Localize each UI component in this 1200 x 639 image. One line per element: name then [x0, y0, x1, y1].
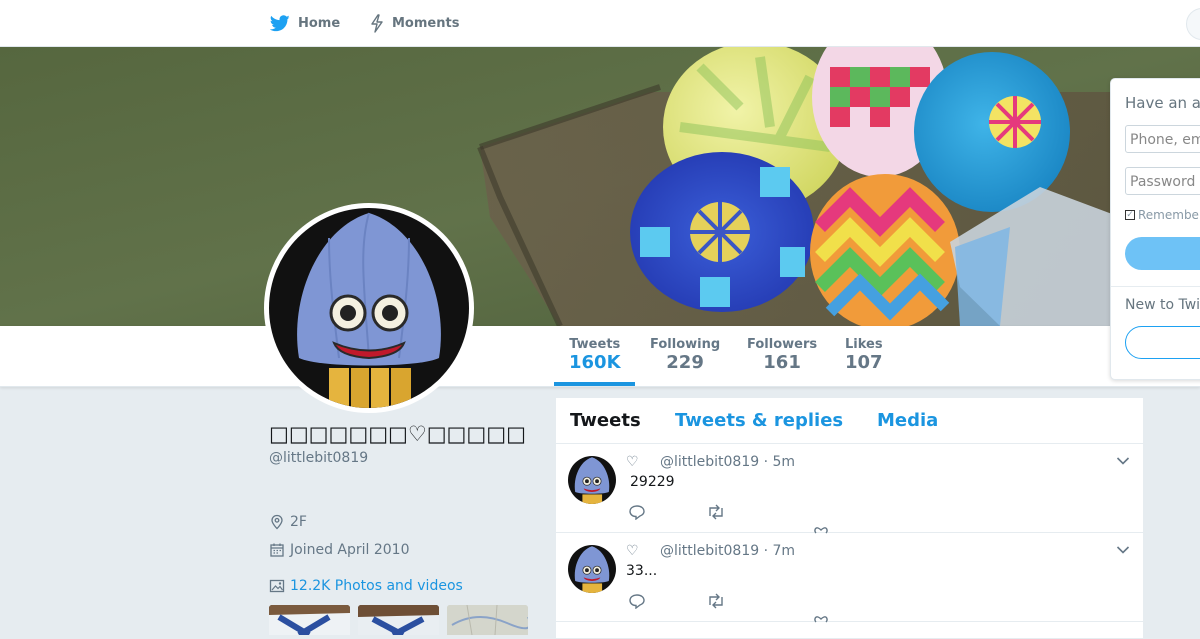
stat-label: Likes	[845, 337, 883, 352]
location-text: 2F	[290, 514, 307, 530]
stat-label: Tweets	[569, 337, 621, 352]
reply-icon[interactable]	[628, 504, 646, 520]
stat-label: Followers	[747, 337, 818, 352]
stat-value: 160K	[569, 352, 621, 373]
photos-link-text: 12.2K Photos and videos	[290, 578, 463, 594]
reply-icon[interactable]	[628, 593, 646, 609]
photo-thumbnail[interactable]	[447, 605, 528, 635]
profile-location: 2F	[269, 514, 307, 530]
stat-following[interactable]: Following 229	[650, 338, 720, 374]
photos-videos-link[interactable]: 12.2K Photos and videos	[269, 578, 463, 594]
nav-moments-label: Moments	[392, 15, 460, 31]
nav-home[interactable]: Home	[270, 0, 340, 46]
avatar-image	[269, 208, 469, 408]
password-field[interactable]: Password	[1125, 167, 1200, 195]
chevron-down-icon[interactable]	[1116, 545, 1130, 555]
profile-nav: Tweets 160K Following 229 Followers 161 …	[0, 326, 1200, 387]
stat-label: Following	[650, 337, 721, 352]
stat-value: 107	[845, 352, 883, 373]
stat-likes[interactable]: Likes 107	[845, 338, 883, 374]
retweet-icon[interactable]	[706, 504, 726, 520]
tweet-text: 33...	[626, 563, 658, 579]
tweet[interactable]: ♡ @littlebit0819 · 7m 33...	[556, 533, 1143, 623]
password-placeholder: Password	[1130, 174, 1196, 190]
signup-button[interactable]	[1125, 326, 1200, 359]
login-title: Have an ac	[1125, 94, 1200, 112]
lightning-icon	[371, 13, 383, 33]
tab-tweets-replies[interactable]: Tweets & replies	[675, 410, 843, 431]
tweet-avatar[interactable]	[568, 456, 616, 504]
username-placeholder: Phone, em	[1130, 132, 1200, 148]
joined-text: Joined April 2010	[290, 542, 410, 558]
new-to-twitter-text: New to Twi	[1125, 297, 1200, 313]
stat-followers[interactable]: Followers 161	[747, 338, 817, 374]
retweet-icon[interactable]	[706, 593, 726, 609]
tweet-handle-time[interactable]: @littlebit0819 · 7m	[660, 543, 795, 559]
tweet-handle-time[interactable]: @littlebit0819 · 5m	[660, 454, 795, 470]
timeline: Tweets Tweets & replies Media ♡ @littleb…	[555, 397, 1144, 639]
nav-moments[interactable]: Moments	[370, 0, 459, 46]
remember-checkbox[interactable]: ✓	[1125, 210, 1135, 220]
photo-thumbnail[interactable]	[269, 605, 350, 635]
search-input[interactable]	[1186, 8, 1200, 40]
profile-joined: Joined April 2010	[269, 542, 410, 558]
profile-handle[interactable]: @littlebit0819	[269, 450, 368, 466]
calendar-icon	[270, 543, 284, 557]
tweet-avatar[interactable]	[568, 545, 616, 593]
remember-label: Remember	[1138, 208, 1200, 222]
tab-media[interactable]: Media	[877, 410, 938, 431]
tab-tweets[interactable]: Tweets	[570, 410, 641, 431]
username-field[interactable]: Phone, em	[1125, 125, 1200, 153]
location-pin-icon	[271, 514, 283, 530]
stat-tweets[interactable]: Tweets 160K	[569, 338, 621, 374]
image-icon	[269, 579, 285, 593]
tweet-text: 29229	[630, 474, 675, 490]
top-nav-bar: Home Moments	[0, 0, 1200, 47]
profile-avatar[interactable]	[264, 203, 474, 413]
stat-value: 161	[763, 352, 801, 373]
profile-display-name: □□□□□□□♡□□□□□	[269, 422, 526, 446]
chevron-down-icon[interactable]	[1116, 456, 1130, 466]
like-icon[interactable]	[813, 615, 829, 623]
active-tab-indicator	[554, 382, 635, 386]
stat-value: 229	[666, 352, 704, 373]
tweet[interactable]: ♡ @littlebit0819 · 5m 29229	[556, 444, 1143, 534]
twitter-bird-icon	[270, 14, 290, 31]
photo-thumbnail[interactable]	[358, 605, 439, 635]
login-button[interactable]	[1125, 237, 1200, 270]
login-divider	[1111, 286, 1200, 287]
nav-home-label: Home	[298, 15, 341, 31]
remember-me[interactable]: ✓ Remember	[1125, 208, 1200, 222]
tweet-display-name[interactable]: ♡	[626, 543, 639, 559]
profile-banner	[0, 47, 1200, 326]
banner-image	[0, 47, 1200, 326]
tweet-display-name[interactable]: ♡	[626, 454, 639, 470]
login-card: Have an ac Phone, em Password ✓ Remember…	[1110, 78, 1200, 380]
